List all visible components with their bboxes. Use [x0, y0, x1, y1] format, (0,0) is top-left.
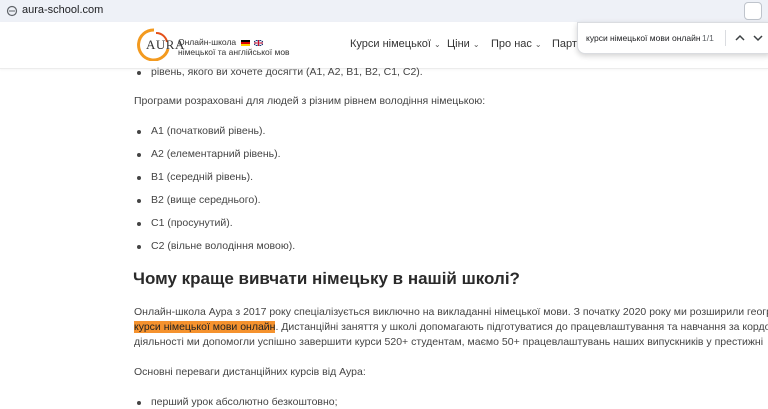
- bullet: [137, 199, 141, 203]
- find-divider: [725, 30, 726, 46]
- find-match-count: 1/1: [702, 33, 714, 43]
- chevron-down-icon: ⌄: [472, 40, 480, 49]
- extension-icon[interactable]: [744, 2, 762, 20]
- bullet: [137, 222, 141, 226]
- nav-about[interactable]: Про нас ⌄: [491, 38, 542, 50]
- bullet: [137, 245, 141, 249]
- nav-prices[interactable]: Ціни ⌄: [447, 38, 480, 50]
- nav-german-courses[interactable]: Курси німецької ⌄: [350, 38, 441, 50]
- chevron-down-icon[interactable]: [750, 30, 766, 46]
- site-info-icon[interactable]: [6, 5, 18, 17]
- paragraph-line: Онлайн-школа Аура з 2017 року спеціалізу…: [134, 306, 768, 318]
- address-url[interactable]: aura-school.com: [22, 4, 103, 16]
- advantages-intro: Основні переваги дистанційних курсів від…: [134, 366, 366, 378]
- paragraph-line: курси німецької мови онлайн. Дистанційні…: [134, 321, 768, 333]
- list-item: B1 (середній рівень).: [151, 171, 253, 183]
- bullet: [137, 176, 141, 180]
- section-heading: Чому краще вивчати німецьку в нашій школ…: [133, 269, 520, 288]
- list-item: рівень, якого ви хочете досягти (A1, A2,…: [151, 66, 423, 78]
- list-item: B2 (вище середнього).: [151, 194, 261, 206]
- uk-flag-icon: [253, 39, 263, 46]
- paragraph-line: діяльності ми допомогли успішно завершит…: [134, 336, 764, 348]
- chevron-down-icon: ⌄: [433, 40, 441, 49]
- school-tagline: Онлайн-школа німецької та англійської мо…: [178, 37, 290, 57]
- bullet: [137, 401, 141, 405]
- list-item: C1 (просунутий).: [151, 217, 233, 229]
- search-highlight: курси німецької мови онлайн: [134, 321, 276, 333]
- bullet: [137, 71, 141, 75]
- bullet: [137, 153, 141, 157]
- find-input[interactable]: курси німецької мови онлайн: [586, 33, 701, 43]
- programs-intro: Програми розраховані для людей з різним …: [134, 95, 486, 107]
- germany-flag-icon: [240, 39, 250, 46]
- chevron-up-icon[interactable]: [732, 30, 748, 46]
- list-item: A1 (початковий рівень).: [151, 125, 266, 137]
- list-item: C2 (вільне володіння мовою).: [151, 240, 296, 252]
- browser-address-bar[interactable]: aura-school.com: [0, 0, 768, 23]
- chevron-down-icon: ⌄: [534, 40, 542, 49]
- bullet: [137, 130, 141, 134]
- list-item: перший урок абсолютно безкоштовно;: [151, 396, 338, 408]
- list-item: A2 (елементарний рівень).: [151, 148, 281, 160]
- find-in-page-bar: курси німецької мови онлайн 1/1: [577, 22, 768, 54]
